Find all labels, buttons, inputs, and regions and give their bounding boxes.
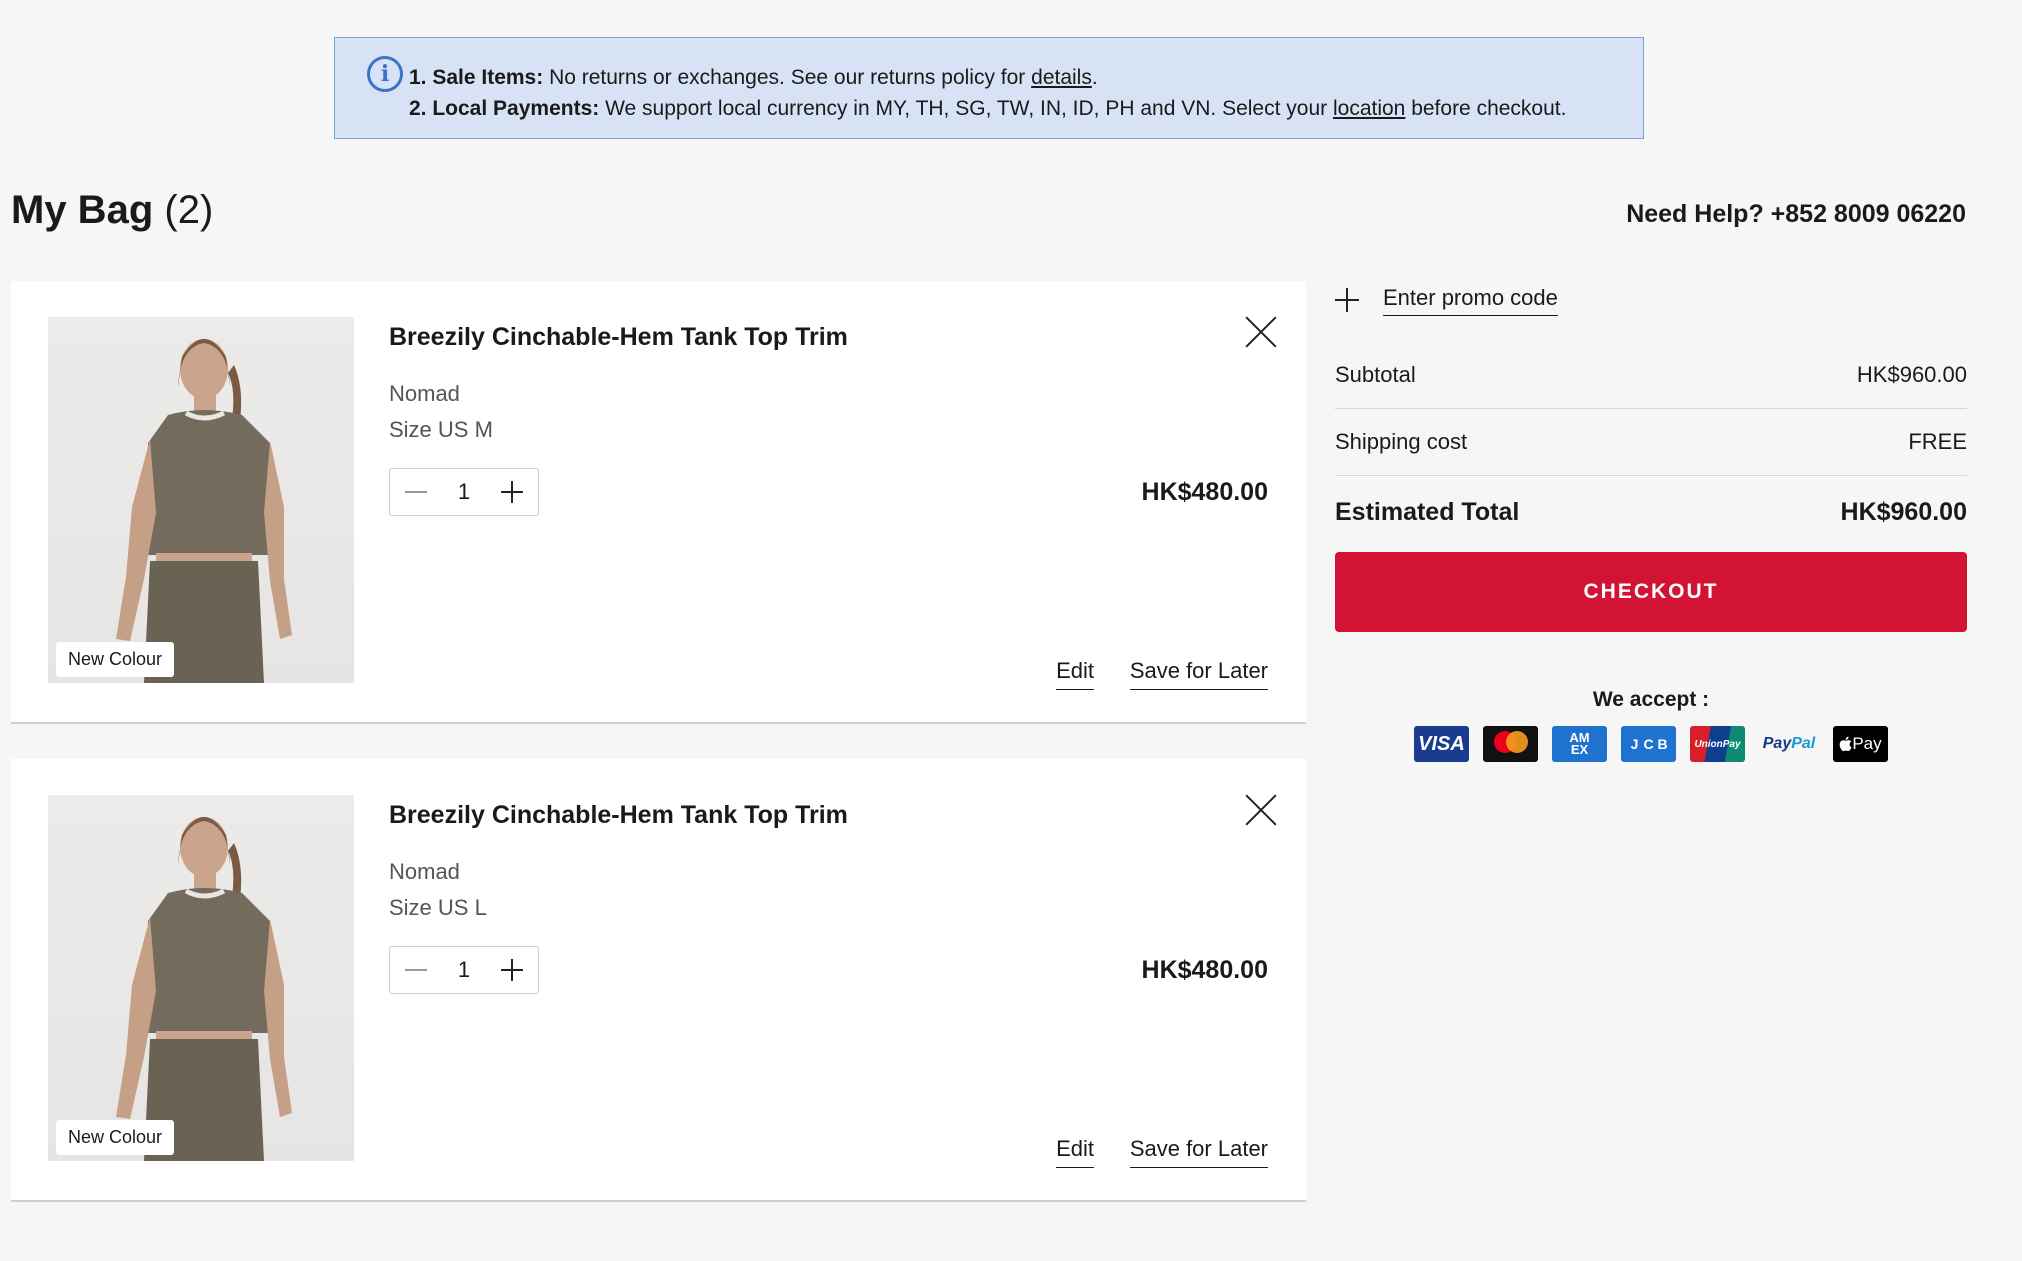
apple-logo-icon bbox=[1840, 736, 1852, 752]
remove-item-close-icon[interactable] bbox=[1244, 315, 1278, 349]
notice-line-payments: 2. Local Payments: We support local curr… bbox=[409, 93, 1566, 124]
total-row: Estimated Total HK$960.00 bbox=[1335, 476, 1967, 548]
info-icon: i bbox=[367, 56, 403, 92]
bag-item: New Colour Breezily Cinchable-Hem Tank T… bbox=[11, 759, 1306, 1202]
decrease-quantity-button[interactable] bbox=[402, 478, 430, 506]
decrease-quantity-button[interactable] bbox=[402, 956, 430, 984]
notice-payments-label: 2. Local Payments: bbox=[409, 97, 600, 120]
save-for-later-link[interactable]: Save for Later bbox=[1129, 1136, 1268, 1168]
bag-item: New Colour Breezily Cinchable-Hem Tank T… bbox=[11, 281, 1306, 724]
product-name[interactable]: Breezily Cinchable-Hem Tank Top Trim bbox=[389, 323, 848, 352]
plus-icon bbox=[1335, 288, 1359, 312]
help-phone[interactable]: Need Help? +852 8009 06220 bbox=[1626, 200, 1966, 229]
total-value: HK$960.00 bbox=[1840, 497, 1967, 526]
subtotal-label: Subtotal bbox=[1335, 362, 1416, 387]
paypal-pay: Pay bbox=[1762, 735, 1792, 752]
bag-title-text: My Bag bbox=[11, 188, 154, 232]
notice-banner: i 1. Sale Items: No returns or exchanges… bbox=[334, 37, 1644, 139]
product-size: Size US L bbox=[389, 895, 487, 920]
product-image[interactable]: New Colour bbox=[48, 795, 354, 1161]
quantity-value[interactable]: 1 bbox=[458, 479, 470, 505]
product-colour: Nomad bbox=[389, 859, 460, 884]
notice-payments-end: before checkout. bbox=[1405, 97, 1567, 120]
edit-link[interactable]: Edit bbox=[1056, 658, 1094, 690]
visa-icon: VISA bbox=[1414, 726, 1469, 762]
amex-line2: EX bbox=[1570, 742, 1589, 757]
product-colour: Nomad bbox=[389, 381, 460, 406]
bag-count: (2) bbox=[164, 188, 214, 232]
increase-quantity-button[interactable] bbox=[498, 956, 526, 984]
item-price: HK$480.00 bbox=[1141, 478, 1268, 506]
jcb-icon: JCB bbox=[1621, 726, 1676, 762]
jcb-letter: J bbox=[1630, 736, 1639, 752]
quantity-value[interactable]: 1 bbox=[458, 957, 470, 983]
quantity-stepper: 1 bbox=[389, 468, 539, 516]
item-price: HK$480.00 bbox=[1141, 956, 1268, 984]
product-image[interactable]: New Colour bbox=[48, 317, 354, 683]
paypal-icon: Pay Pal bbox=[1759, 726, 1819, 762]
edit-link[interactable]: Edit bbox=[1056, 1136, 1094, 1168]
product-size: Size US M bbox=[389, 417, 493, 442]
paypal-pal: Pal bbox=[1791, 735, 1816, 752]
shipping-row: Shipping cost FREE bbox=[1335, 409, 1967, 476]
details-link[interactable]: details bbox=[1031, 66, 1092, 89]
subtotal-value: HK$960.00 bbox=[1856, 362, 1967, 387]
product-photo bbox=[116, 339, 292, 683]
notice-text: 1. Sale Items: No returns or exchanges. … bbox=[409, 56, 1566, 124]
quantity-stepper: 1 bbox=[389, 946, 539, 994]
location-link[interactable]: location bbox=[1333, 97, 1405, 120]
page-title: My Bag (2) bbox=[11, 188, 213, 233]
new-colour-badge: New Colour bbox=[56, 642, 175, 677]
unionpay-icon: UnionPay bbox=[1690, 726, 1745, 762]
checkout-button[interactable]: CHECKOUT bbox=[1335, 552, 1967, 632]
notice-line-sale: 1. Sale Items: No returns or exchanges. … bbox=[409, 62, 1566, 93]
notice-sale-text: No returns or exchanges. See our returns… bbox=[543, 66, 1032, 89]
product-name[interactable]: Breezily Cinchable-Hem Tank Top Trim bbox=[389, 801, 848, 830]
remove-item-close-icon[interactable] bbox=[1244, 793, 1278, 827]
product-photo bbox=[116, 817, 292, 1161]
notice-payments-text: We support local currency in MY, TH, SG,… bbox=[599, 97, 1333, 120]
subtotal-row: Subtotal HK$960.00 bbox=[1335, 342, 1967, 409]
shipping-value: FREE bbox=[1908, 429, 1967, 454]
promo-code-toggle[interactable]: Enter promo code bbox=[1335, 280, 1967, 320]
notice-sale-end: . bbox=[1091, 66, 1098, 89]
payment-methods: VISA AM EX JCB UnionPay Pay Pal Pay bbox=[1335, 726, 1967, 762]
we-accept-label: We accept : bbox=[1592, 688, 1710, 711]
shipping-label: Shipping cost bbox=[1335, 429, 1468, 454]
apple-pay-icon: Pay bbox=[1833, 726, 1888, 762]
promo-code-link[interactable]: Enter promo code bbox=[1383, 285, 1558, 316]
total-label: Estimated Total bbox=[1335, 497, 1520, 526]
jcb-letter: B bbox=[1657, 736, 1668, 752]
order-summary: Enter promo code Subtotal HK$960.00 Ship… bbox=[1335, 280, 1967, 762]
amex-icon: AM EX bbox=[1552, 726, 1607, 762]
mastercard-icon bbox=[1483, 726, 1538, 762]
jcb-letter: C bbox=[1643, 736, 1654, 752]
notice-sale-label: 1. Sale Items: bbox=[409, 66, 544, 89]
save-for-later-link[interactable]: Save for Later bbox=[1129, 658, 1268, 690]
apple-pay-text: Pay bbox=[1852, 734, 1882, 753]
new-colour-badge: New Colour bbox=[56, 1120, 175, 1155]
increase-quantity-button[interactable] bbox=[498, 478, 526, 506]
